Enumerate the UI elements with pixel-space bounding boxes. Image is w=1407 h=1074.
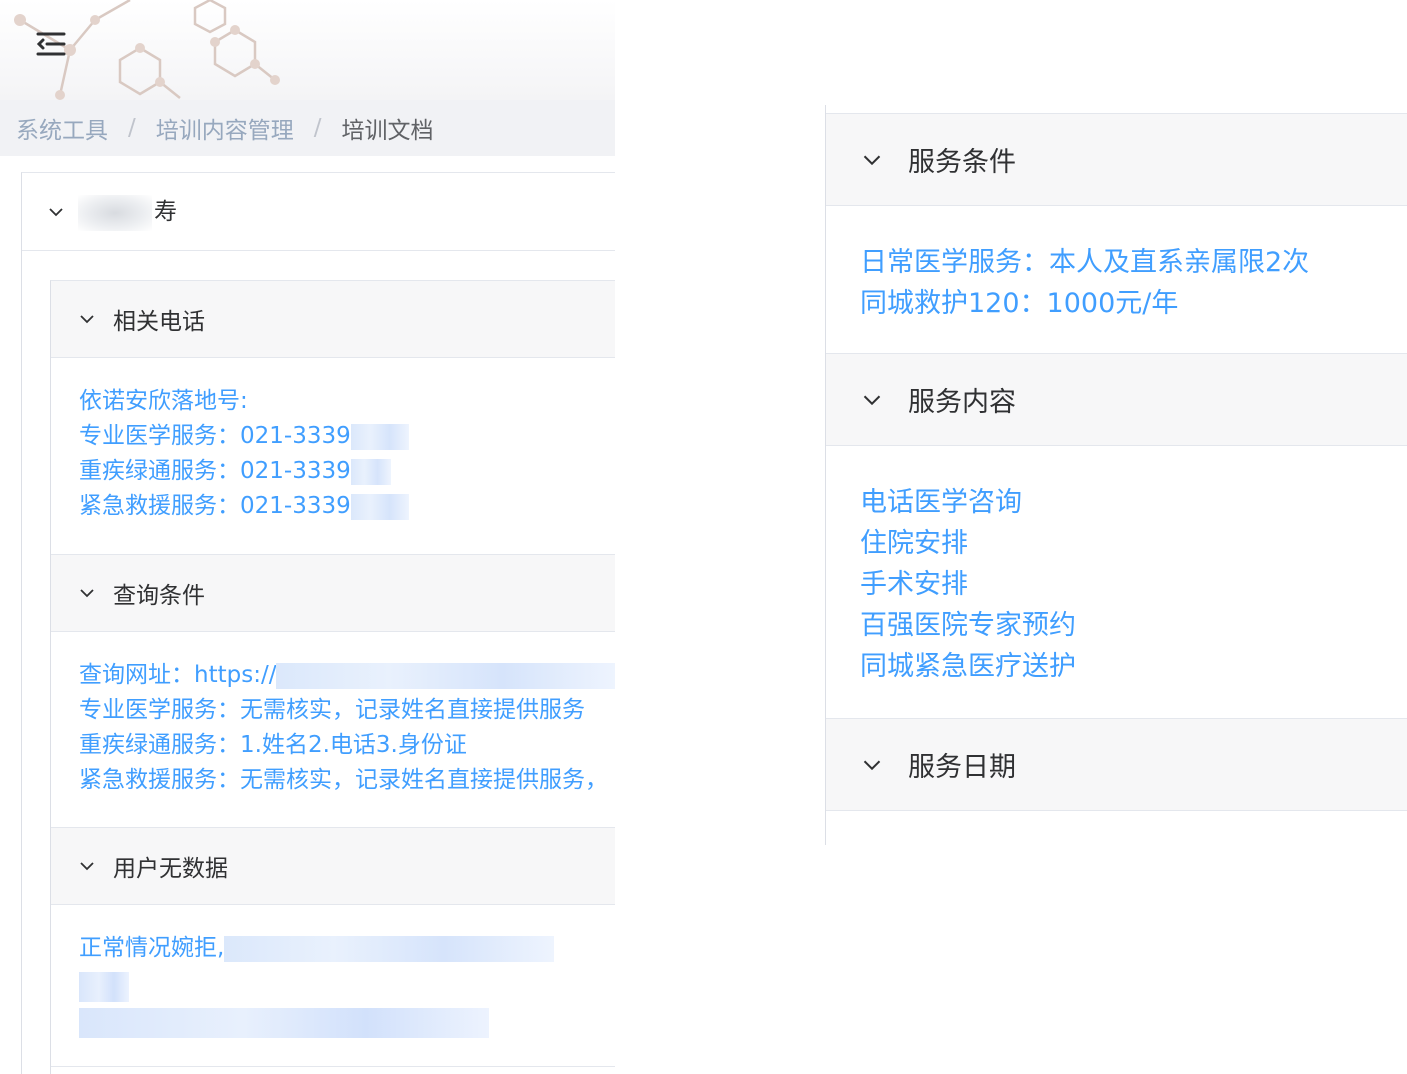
chevron-down-icon xyxy=(49,207,63,216)
redacted-text xyxy=(79,1008,489,1038)
section-no-data-header[interactable]: 用户无数据 xyxy=(51,828,615,905)
redacted-text xyxy=(276,662,615,689)
text-line: 住院安排 xyxy=(860,528,968,559)
redacted-text xyxy=(78,194,152,231)
header-band xyxy=(0,0,615,100)
text-line: 重疾绿通服务：1.姓名2.电话3.身份证 xyxy=(79,732,467,758)
text-line: 紧急救援服务：无需核实，记录姓名直接提供服务， xyxy=(79,767,608,793)
section-title: 服务内容 xyxy=(908,387,1016,418)
breadcrumb-item-training-docs: 培训文档 xyxy=(341,118,434,144)
inner-collapse-group: 相关电话 依诺安欣落地号: 专业医学服务：021-3339 重疾绿通服务：021… xyxy=(50,280,615,1074)
chevron-down-icon xyxy=(863,760,881,770)
section-content-header[interactable]: 服务内容 xyxy=(826,353,1407,446)
section-no-data: 用户无数据 正常情况婉拒, xyxy=(51,828,615,1067)
section-conditions-header[interactable]: 服务条件 xyxy=(826,113,1407,206)
text-line: 百强医院专家预约 xyxy=(860,610,1076,641)
section-dates-header[interactable]: 服务日期 xyxy=(826,718,1407,811)
text-line: 同城救护120：1000元/年 xyxy=(860,288,1179,319)
section-no-data-body: 正常情况婉拒, xyxy=(51,905,615,1067)
text-line: 紧急救援服务：021-3339 xyxy=(79,489,615,524)
section-conditions-body: 日常医学服务：本人及直系亲属限2次 同城救护120：1000元/年 xyxy=(826,206,1407,353)
text-line: 正常情况婉拒, xyxy=(79,931,615,966)
breadcrumb-item-system-tools[interactable]: 系统工具 xyxy=(16,111,108,145)
section-query-header[interactable]: 查询条件 xyxy=(51,555,615,632)
right-pane: 服务条件 日常医学服务：本人及直系亲属限2次 同城救护120：1000元/年 服… xyxy=(825,105,1407,845)
text-line: 同城紧急医疗送护 xyxy=(860,651,1076,682)
section-phones-body: 依诺安欣落地号: 专业医学服务：021-3339 重疾绿通服务：021-3339… xyxy=(51,358,615,555)
chevron-down-icon xyxy=(80,315,94,324)
section-dates: 服务日期 xyxy=(826,718,1407,811)
breadcrumb-separator: / xyxy=(313,115,322,141)
text-line: 查询网址：https:// xyxy=(79,658,615,693)
redacted-text xyxy=(79,972,129,1002)
text-line: 专业医学服务：无需核实，记录姓名直接提供服务 xyxy=(79,697,585,723)
section-title: 服务日期 xyxy=(908,752,1016,783)
section-conditions: 服务条件 日常医学服务：本人及直系亲属限2次 同城救护120：1000元/年 xyxy=(826,113,1407,353)
breadcrumb: 系统工具 / 培训内容管理 / 培训文档 xyxy=(0,100,615,156)
outer-panel-title: 寿 xyxy=(78,192,177,231)
redacted-text xyxy=(224,935,555,962)
breadcrumb-item-training-content[interactable]: 培训内容管理 xyxy=(156,111,294,145)
outer-panel-header[interactable]: 寿 xyxy=(22,173,615,251)
text-line: 电话医学咨询 xyxy=(860,487,1022,518)
section-content: 服务内容 电话医学咨询 住院安排 手术安排 百强医院专家预约 同城紧急医疗送护 xyxy=(826,353,1407,718)
redacted-text xyxy=(350,493,409,520)
text-line: 专业医学服务：021-3339 xyxy=(79,419,615,454)
breadcrumb-separator: / xyxy=(128,115,136,141)
chevron-down-icon xyxy=(863,395,881,405)
redacted-text xyxy=(350,458,391,485)
chevron-down-icon xyxy=(80,589,94,598)
section-content-body: 电话医学咨询 住院安排 手术安排 百强医院专家预约 同城紧急医疗送护 xyxy=(826,446,1407,718)
text-line: 日常医学服务：本人及直系亲属限2次 xyxy=(860,247,1310,278)
outer-collapse-panel: 寿 相关电话 依诺安欣落地号: 专业医学服务：021-3339 重疾绿通服务：0… xyxy=(21,172,615,1074)
text-line: 手术安排 xyxy=(860,569,968,600)
text-line: 依诺安欣落地号: xyxy=(79,388,248,414)
text-line: 重疾绿通服务：021-3339 xyxy=(79,454,615,489)
redacted-text xyxy=(350,423,409,450)
section-phones-header[interactable]: 相关电话 xyxy=(51,281,615,358)
section-title: 相关电话 xyxy=(113,309,205,335)
section-title: 查询条件 xyxy=(113,583,205,609)
section-title: 用户无数据 xyxy=(113,856,228,882)
chevron-down-icon xyxy=(863,155,881,165)
menu-fold-icon[interactable] xyxy=(34,30,68,58)
section-query: 查询条件 查询网址：https:// 专业医学服务：无需核实，记录姓名直接提供服… xyxy=(51,555,615,828)
section-query-body: 查询网址：https:// 专业医学服务：无需核实，记录姓名直接提供服务 重疾绿… xyxy=(51,632,615,828)
section-title: 服务条件 xyxy=(908,147,1016,178)
section-phones: 相关电话 依诺安欣落地号: 专业医学服务：021-3339 重疾绿通服务：021… xyxy=(51,281,615,555)
left-pane: 系统工具 / 培训内容管理 / 培训文档 寿 相关电话 依诺安欣落地号: 专业医… xyxy=(0,0,615,1074)
outer-panel-title-text: 寿 xyxy=(154,199,177,226)
chevron-down-icon xyxy=(80,862,94,871)
